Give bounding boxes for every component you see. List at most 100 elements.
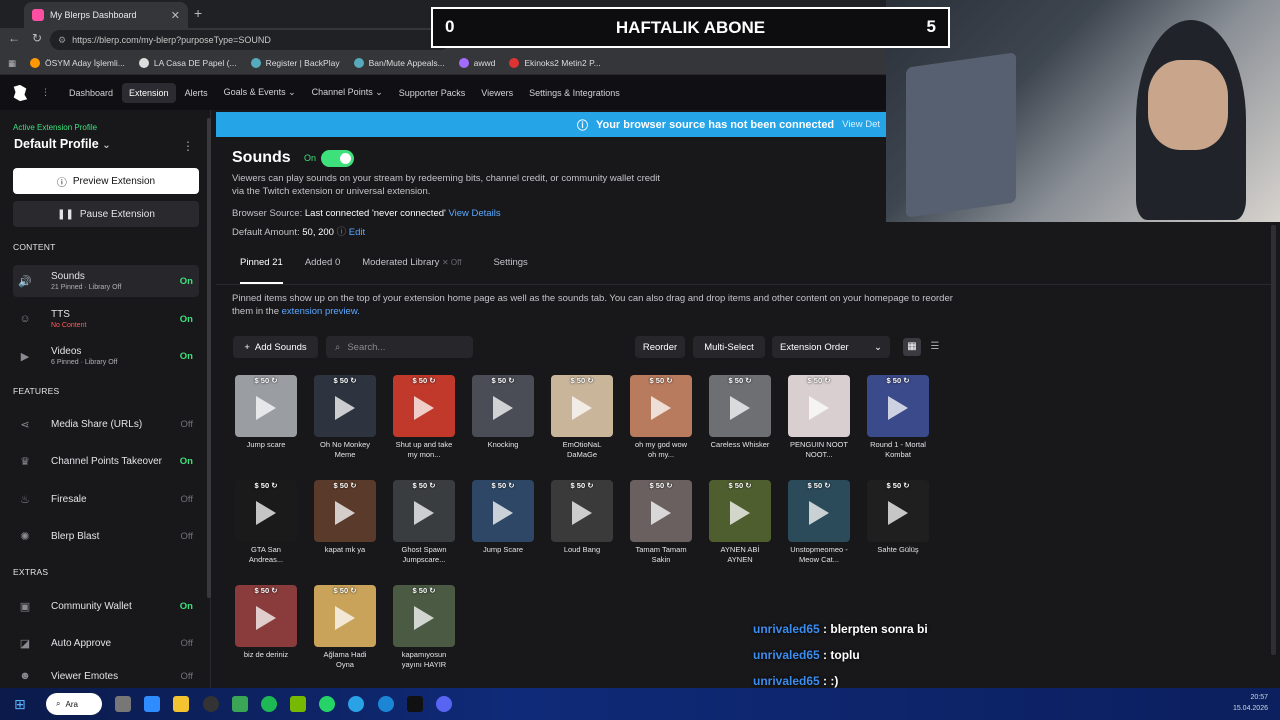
telegram-icon[interactable] [348,696,364,712]
play-icon[interactable] [572,396,592,420]
new-tab-icon[interactable]: + [194,5,202,21]
play-icon[interactable] [414,501,434,525]
main-scrollbar[interactable] [1271,225,1276,655]
play-icon[interactable] [414,606,434,630]
obs-icon[interactable] [203,696,219,712]
play-icon[interactable] [572,501,592,525]
play-icon[interactable] [809,396,829,420]
nav-dashboard[interactable]: Dashboard [62,83,120,103]
tab-moderated-library[interactable]: Moderated Library ✕ Off [354,255,469,275]
sound-thumbnail[interactable]: $ 50 ↻ [867,375,929,437]
play-icon[interactable] [730,501,750,525]
play-icon[interactable] [335,501,355,525]
search-input[interactable]: ⌕ Search... [326,336,473,358]
browser-tab[interactable]: My Blerps Dashboard ✕ [24,2,188,28]
sound-thumbnail[interactable]: $ 50 ↻ [551,480,613,542]
pause-extension-button[interactable]: ❚❚ Pause Extension [13,201,199,227]
apps-icon[interactable]: ▦ [8,58,16,69]
multi-select-button[interactable]: Multi-Select [693,336,765,358]
play-icon[interactable] [256,606,276,630]
preview-extension-button[interactable]: ⓘ Preview Extension [13,168,199,194]
nav-channel-points[interactable]: Channel Points ⌄ [305,82,390,103]
reload-icon[interactable]: ↻ [32,31,42,45]
sound-thumbnail[interactable]: $ 50 ↻ [630,480,692,542]
sounds-toggle[interactable] [321,150,354,167]
sound-thumbnail[interactable]: $ 50 ↻ [235,585,297,647]
sound-thumbnail[interactable]: $ 50 ↻ [393,375,455,437]
sidebar-scrollbar[interactable] [207,118,211,598]
nav-alerts[interactable]: Alerts [178,83,215,103]
sound-card[interactable]: $ 50 ↻ Ghost Spawn Jumpscare... [393,480,455,565]
sidebar-item-community-wallet[interactable]: ▣ Community Wallet On [13,591,199,621]
sound-thumbnail[interactable]: $ 50 ↻ [393,585,455,647]
list-view-icon[interactable]: ☰ [926,338,944,356]
sound-card[interactable]: $ 50 ↻ EmOtioNaL DaMaGe [551,375,613,460]
sound-thumbnail[interactable]: $ 50 ↻ [472,480,534,542]
banner-view-details-link[interactable]: View Det [842,119,880,130]
sound-card[interactable]: $ 50 ↻ PENGUIN NOOT NOOT... [788,375,850,460]
sound-thumbnail[interactable]: $ 50 ↻ [788,375,850,437]
play-icon[interactable] [651,396,671,420]
bookmark-item[interactable]: Ekinoks2 Metin2 P... [509,58,601,68]
add-sounds-button[interactable]: + Add Sounds [233,336,318,358]
edit-amount-link[interactable]: Edit [349,227,365,238]
app-icon[interactable] [232,696,248,712]
sound-card[interactable]: $ 50 ↻ Tamam Tamam Sakin [630,480,692,565]
reorder-button[interactable]: Reorder [635,336,685,358]
bookmark-item[interactable]: Ban/Mute Appeals... [353,58,445,68]
profile-menu-icon[interactable]: ⋮ [182,139,194,153]
sidebar-item-sounds[interactable]: 🔊 Sounds 21 Pinned · Library Off On [13,265,199,297]
sound-card[interactable]: $ 50 ↻ AYNEN ABİ AYNEN [709,480,771,565]
blerp-logo-icon[interactable] [11,84,29,102]
tab-settings[interactable]: Settings [485,255,535,275]
play-icon[interactable] [493,501,513,525]
play-icon[interactable] [651,501,671,525]
back-icon[interactable]: ← [8,31,20,45]
sound-thumbnail[interactable]: $ 50 ↻ [630,375,692,437]
sound-thumbnail[interactable]: $ 50 ↻ [472,375,534,437]
tiktok-icon[interactable] [407,696,423,712]
play-icon[interactable] [888,396,908,420]
sound-card[interactable]: $ 50 ↻ kapat mk ya [314,480,376,555]
sound-thumbnail[interactable]: $ 50 ↻ [393,480,455,542]
sound-card[interactable]: $ 50 ↻ Oh No Monkey Meme [314,375,376,460]
play-icon[interactable] [256,501,276,525]
sidebar-item-videos[interactable]: ▶ Videos 6 Pinned · Library Off On [13,340,199,372]
sound-thumbnail[interactable]: $ 50 ↻ [788,480,850,542]
nav-goals-events[interactable]: Goals & Events ⌄ [217,82,303,103]
extension-preview-link[interactable]: extension preview. [282,306,360,317]
sound-thumbnail[interactable]: $ 50 ↻ [551,375,613,437]
address-bar[interactable]: ⚙ https://blerp.com/my-blerp?purposeType… [50,30,450,50]
edge-icon[interactable] [378,696,394,712]
sound-thumbnail[interactable]: $ 50 ↻ [867,480,929,542]
sound-card[interactable]: $ 50 ↻ Knocking [472,375,534,450]
play-icon[interactable] [414,396,434,420]
play-icon[interactable] [335,606,355,630]
sound-card[interactable]: $ 50 ↻ Sahte Gülüş [867,480,929,555]
sound-card[interactable]: $ 50 ↻ Careless Whisker [709,375,771,450]
app-icon[interactable] [144,696,160,712]
play-icon[interactable] [888,501,908,525]
nav-supporter-packs[interactable]: Supporter Packs [392,83,473,103]
nav-extension[interactable]: Extension [122,82,176,103]
sound-card[interactable]: $ 50 ↻ kapamıyosun yayını HAYIR [393,585,455,670]
play-icon[interactable] [809,501,829,525]
view-details-link[interactable]: View Details [448,208,500,219]
sidebar-item-blerp-blast[interactable]: ✺ Blerp Blast Off [13,521,199,551]
play-icon[interactable] [256,396,276,420]
more-menu-icon[interactable]: ⋮ [41,87,50,98]
nvidia-icon[interactable] [290,696,306,712]
tab-pinned[interactable]: Pinned 21 [232,255,291,284]
profile-selector[interactable]: Default Profile ⌄ [14,137,111,151]
sidebar-item-auto-approve[interactable]: ◪ Auto Approve Off [13,628,199,658]
file-explorer-icon[interactable] [115,696,131,712]
sound-thumbnail[interactable]: $ 50 ↻ [314,375,376,437]
sound-card[interactable]: $ 50 ↻ biz de deriniz [235,585,297,660]
sidebar-item-tts[interactable]: ☺ TTS No Content On [13,303,199,335]
discord-icon[interactable] [436,696,452,712]
play-icon[interactable] [493,396,513,420]
play-icon[interactable] [730,396,750,420]
nav-viewers[interactable]: Viewers [474,83,520,103]
sound-card[interactable]: $ 50 ↻ Jump Scare [472,480,534,555]
sound-thumbnail[interactable]: $ 50 ↻ [235,375,297,437]
